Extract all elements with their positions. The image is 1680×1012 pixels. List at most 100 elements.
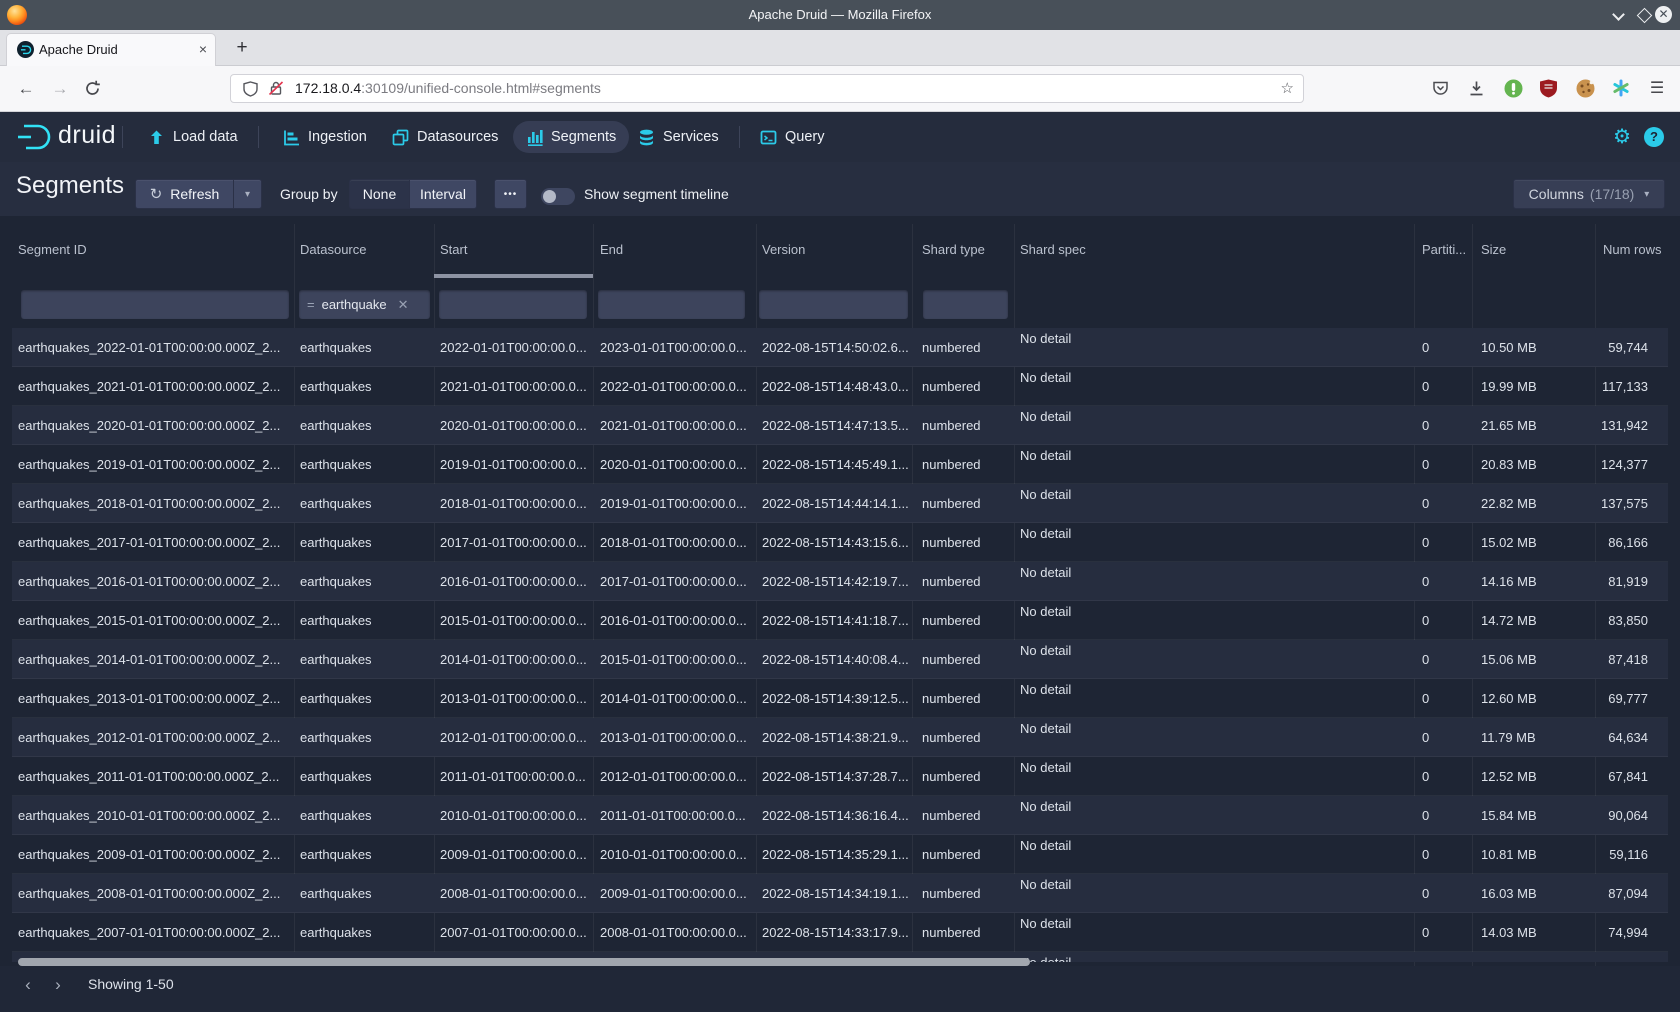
cell-datasource[interactable]: earthquakes (294, 484, 434, 522)
column-header-shard-spec[interactable]: Shard spec (1014, 230, 1414, 268)
menu-hamburger-icon[interactable]: ☰ (1643, 66, 1671, 111)
nav-item-load-data[interactable]: Load data (135, 121, 251, 153)
group-by-interval-button[interactable]: Interval (410, 179, 477, 209)
table-row[interactable]: earthquakes_2021-01-01T00:00:00.000Z_2..… (12, 367, 1668, 406)
table-row[interactable]: earthquakes_2012-01-01T00:00:00.000Z_2..… (12, 718, 1668, 757)
url-bar[interactable]: 172.18.0.4:30109/unified-console.html#se… (230, 74, 1304, 103)
gear-icon[interactable]: ⚙ (1613, 127, 1631, 147)
table-row[interactable]: earthquakes_2007-01-01T00:00:00.000Z_2..… (12, 913, 1668, 952)
column-header-version[interactable]: Version (756, 230, 912, 268)
new-tab-button[interactable]: + (228, 34, 256, 62)
cell-id[interactable]: earthquakes_2010-01-01T00:00:00.000Z_2..… (12, 796, 294, 834)
cell-datasource[interactable]: earthquakes (294, 835, 434, 873)
cell-datasource[interactable]: earthquakes (294, 601, 434, 639)
table-row[interactable]: earthquakes_2010-01-01T00:00:00.000Z_2..… (12, 796, 1668, 835)
cell-datasource[interactable]: earthquakes (294, 679, 434, 717)
cell-id[interactable]: earthquakes_2018-01-01T00:00:00.000Z_2..… (12, 484, 294, 522)
cell-id[interactable]: earthquakes_2013-01-01T00:00:00.000Z_2..… (12, 679, 294, 717)
nav-item-segments[interactable]: Segments (513, 121, 629, 153)
table-row[interactable]: earthquakes_2009-01-01T00:00:00.000Z_2..… (12, 835, 1668, 874)
close-window-button[interactable]: ✕ (1655, 6, 1671, 22)
cell-id[interactable]: earthquakes_2015-01-01T00:00:00.000Z_2..… (12, 601, 294, 639)
segment-timeline-toggle[interactable] (541, 188, 575, 205)
table-row[interactable]: earthquakes_2008-01-01T00:00:00.000Z_2..… (12, 874, 1668, 913)
minimize-button[interactable] (1610, 7, 1626, 23)
more-options-button[interactable]: ••• (494, 179, 527, 209)
group-by-none-button[interactable]: None (349, 179, 410, 209)
cell-id[interactable]: earthquakes_2008-01-01T00:00:00.000Z_2..… (12, 874, 294, 912)
cell-datasource[interactable]: earthquakes (294, 562, 434, 600)
filter-input-version[interactable] (759, 290, 908, 319)
nav-item-query[interactable]: Query (747, 121, 838, 153)
tab-close-icon[interactable]: × (199, 34, 207, 65)
column-header-partition[interactable]: Partiti... (1414, 230, 1472, 268)
nav-item-services[interactable]: Services (625, 121, 732, 153)
cell-datasource[interactable]: earthquakes (294, 367, 434, 405)
forward-button[interactable]: → (46, 66, 74, 111)
filter-input-start[interactable] (439, 290, 587, 319)
cell-id[interactable]: earthquakes_2009-01-01T00:00:00.000Z_2..… (12, 835, 294, 873)
cell-datasource[interactable]: earthquakes (294, 757, 434, 795)
refresh-button[interactable]: ↻ Refresh (135, 179, 234, 209)
tab-apache-druid[interactable]: Apache Druid × (6, 33, 216, 66)
cell-datasource[interactable]: earthquakes (294, 913, 434, 951)
cell-id[interactable]: earthquakes_2019-01-01T00:00:00.000Z_2..… (12, 445, 294, 483)
table-row[interactable]: earthquakes_2013-01-01T00:00:00.000Z_2..… (12, 679, 1668, 718)
cell-datasource[interactable]: earthquakes (294, 445, 434, 483)
table-row[interactable]: earthquakes_2018-01-01T00:00:00.000Z_2..… (12, 484, 1668, 523)
cell-id[interactable]: earthquakes_2014-01-01T00:00:00.000Z_2..… (12, 640, 294, 678)
back-button[interactable]: ← (12, 66, 40, 111)
cell-id[interactable]: earthquakes_2021-01-01T00:00:00.000Z_2..… (12, 367, 294, 405)
filter-input-shard-type[interactable] (923, 290, 1008, 319)
cell-id[interactable]: earthquakes_2022-01-01T00:00:00.000Z_2..… (12, 328, 294, 366)
table-row[interactable]: earthquakes_2016-01-01T00:00:00.000Z_2..… (12, 562, 1668, 601)
column-header-shard-type[interactable]: Shard type (912, 230, 1014, 268)
filter-input-datasource[interactable]: =earthquake✕ (299, 290, 430, 319)
reload-icon[interactable] (84, 80, 101, 97)
table-row[interactable]: earthquakes_2011-01-01T00:00:00.000Z_2..… (12, 757, 1668, 796)
column-header-id[interactable]: Segment ID (12, 230, 294, 268)
column-header-size[interactable]: Size (1472, 230, 1595, 268)
cell-datasource[interactable]: earthquakes (294, 718, 434, 756)
cell-datasource[interactable]: earthquakes (294, 874, 434, 912)
prev-page-button[interactable]: ‹ (16, 973, 40, 997)
cell-datasource[interactable]: earthquakes (294, 406, 434, 444)
remove-filter-icon[interactable]: ✕ (398, 297, 409, 313)
maximize-button[interactable] (1636, 7, 1652, 23)
table-row[interactable]: earthquakes_2014-01-01T00:00:00.000Z_2..… (12, 640, 1668, 679)
pocket-icon[interactable] (1432, 80, 1449, 97)
cell-id[interactable]: earthquakes_2007-01-01T00:00:00.000Z_2..… (12, 913, 294, 951)
refresh-dropdown-button[interactable]: ▾ (233, 179, 262, 209)
cell-datasource[interactable]: earthquakes (294, 796, 434, 834)
columns-button[interactable]: Columns (17/18) ▾ (1513, 179, 1665, 209)
table-row[interactable]: earthquakes_2020-01-01T00:00:00.000Z_2..… (12, 406, 1668, 445)
horizontal-scrollbar[interactable] (18, 958, 1030, 966)
cookie-icon[interactable] (1576, 79, 1595, 98)
cell-datasource[interactable]: earthquakes (294, 328, 434, 366)
filter-input-id[interactable] (21, 290, 289, 319)
nav-item-datasources[interactable]: Datasources (379, 121, 511, 153)
bookmark-star-icon[interactable]: ☆ (1281, 75, 1294, 102)
table-row[interactable]: earthquakes_2019-01-01T00:00:00.000Z_2..… (12, 445, 1668, 484)
insecure-lock-icon[interactable] (268, 80, 284, 97)
cell-id[interactable]: earthquakes_2016-01-01T00:00:00.000Z_2..… (12, 562, 294, 600)
help-icon[interactable]: ? (1644, 127, 1664, 147)
ublock-shield-icon[interactable] (1540, 79, 1557, 98)
table-row[interactable]: earthquakes_2015-01-01T00:00:00.000Z_2..… (12, 601, 1668, 640)
cell-id[interactable]: earthquakes_2012-01-01T00:00:00.000Z_2..… (12, 718, 294, 756)
cell-id[interactable]: earthquakes_2011-01-01T00:00:00.000Z_2..… (12, 757, 294, 795)
cell-datasource[interactable]: earthquakes (294, 523, 434, 561)
column-header-num-rows[interactable]: Num rows (1595, 230, 1668, 268)
table-row[interactable]: earthquakes_2017-01-01T00:00:00.000Z_2..… (12, 523, 1668, 562)
download-icon[interactable] (1468, 80, 1485, 97)
extension-asterisk-icon[interactable] (1612, 79, 1630, 97)
cell-id[interactable]: earthquakes_2020-01-01T00:00:00.000Z_2..… (12, 406, 294, 444)
table-row[interactable]: earthquakes_2022-01-01T00:00:00.000Z_2..… (12, 328, 1668, 367)
filter-input-end[interactable] (598, 290, 745, 319)
cell-id[interactable]: earthquakes_2017-01-01T00:00:00.000Z_2..… (12, 523, 294, 561)
url-text[interactable]: 172.18.0.4:30109/unified-console.html#se… (295, 75, 601, 102)
nav-item-ingestion[interactable]: Ingestion (270, 121, 380, 153)
column-header-end[interactable]: End (593, 230, 756, 268)
column-header-start[interactable]: Start (434, 230, 593, 268)
column-header-datasource[interactable]: Datasource (294, 230, 434, 268)
